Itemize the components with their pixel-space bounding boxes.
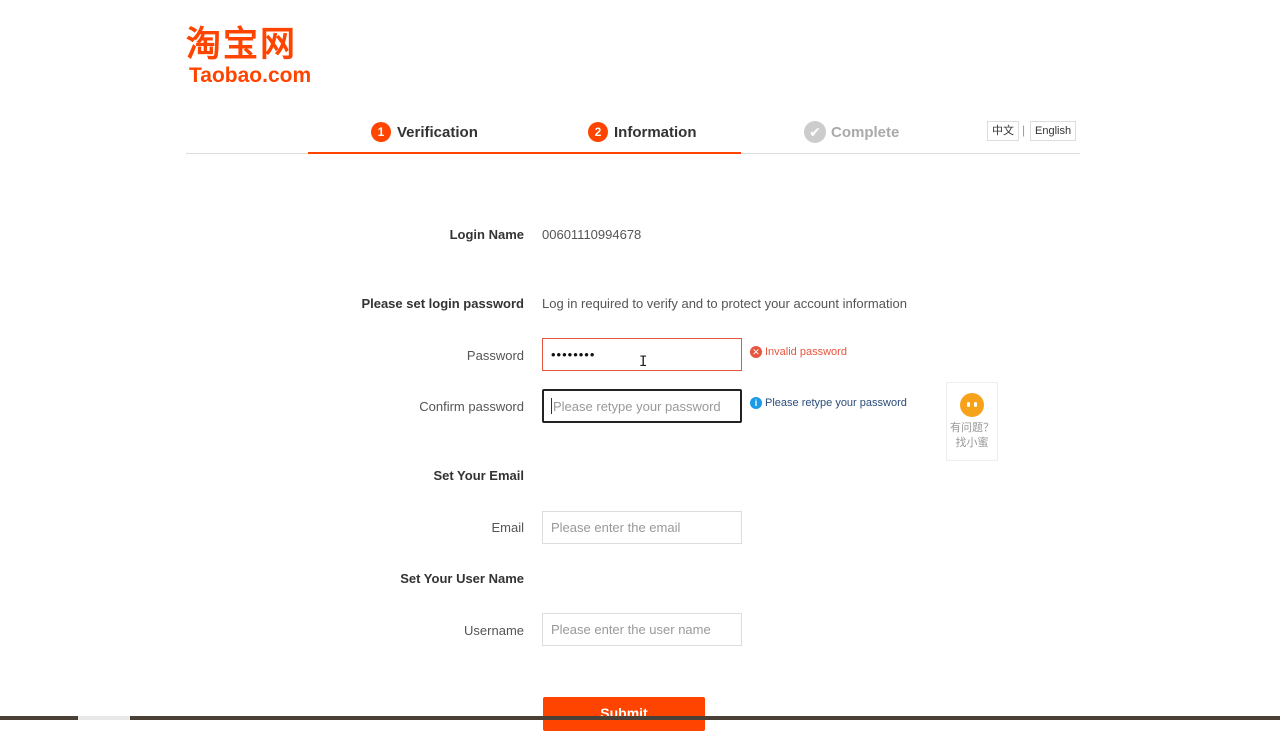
confirm-password-hint: i Please retype your password xyxy=(750,397,907,409)
password-value: •••••••• xyxy=(551,347,596,362)
set-password-description: Log in required to verify and to protect… xyxy=(542,296,907,311)
confirm-password-hint-text: Please retype your password xyxy=(765,397,907,409)
text-cursor-icon: I xyxy=(639,354,648,370)
help-assistant-widget[interactable]: 有问题？ 找小蜜 xyxy=(946,382,998,461)
input-caret xyxy=(551,398,552,414)
step-information: 2 Information xyxy=(588,118,697,146)
step-verification: 1 Verification xyxy=(371,118,478,146)
password-label: Password xyxy=(466,348,524,363)
set-password-heading: Please set login password xyxy=(361,296,524,311)
email-input[interactable]: Please enter the email xyxy=(542,511,742,544)
confirm-password-label: Confirm password xyxy=(419,399,524,414)
password-error-message: ✕ Invalid password xyxy=(750,346,847,358)
username-label: Username xyxy=(464,623,524,638)
set-email-heading: Set Your Email xyxy=(433,468,524,483)
step-label: Complete xyxy=(831,123,900,141)
set-username-heading: Set Your User Name xyxy=(400,571,524,586)
confirm-password-placeholder: Please retype your password xyxy=(553,398,721,414)
step-number: 1 xyxy=(371,122,391,142)
info-icon: i xyxy=(750,397,762,409)
steps-progress-bar xyxy=(308,152,741,154)
submit-button[interactable]: Submit xyxy=(543,697,705,731)
step-number: 2 xyxy=(588,122,608,142)
check-icon: ✔ xyxy=(804,121,826,143)
password-error-text: Invalid password xyxy=(765,346,847,358)
helper-line2: 找小蜜 xyxy=(955,436,989,449)
login-name-label: Login Name xyxy=(449,227,524,242)
login-name-value: 00601110994678 xyxy=(542,227,642,242)
bottom-edge-bar xyxy=(0,716,1280,720)
username-placeholder: Please enter the user name xyxy=(551,622,711,637)
helper-line1: 有问题？ xyxy=(950,421,994,434)
taobao-logo-cn[interactable]: 淘宝网 xyxy=(186,24,297,66)
confirm-password-input[interactable]: Please retype your password xyxy=(542,389,742,423)
step-label: Information xyxy=(614,123,697,141)
bottom-edge-segment xyxy=(78,716,130,720)
email-placeholder: Please enter the email xyxy=(551,520,681,535)
error-icon: ✕ xyxy=(750,346,762,358)
username-input[interactable]: Please enter the user name xyxy=(542,613,742,646)
lang-separator: | xyxy=(1022,123,1026,137)
step-label: Verification xyxy=(397,123,478,141)
lang-chinese-button[interactable]: 中文 xyxy=(987,121,1019,141)
email-label: Email xyxy=(491,520,524,535)
assistant-face-icon xyxy=(960,393,984,417)
step-complete: ✔ Complete xyxy=(804,118,899,146)
lang-english-button[interactable]: English xyxy=(1030,121,1077,141)
taobao-logo-en[interactable]: Taobao.com xyxy=(189,64,311,88)
